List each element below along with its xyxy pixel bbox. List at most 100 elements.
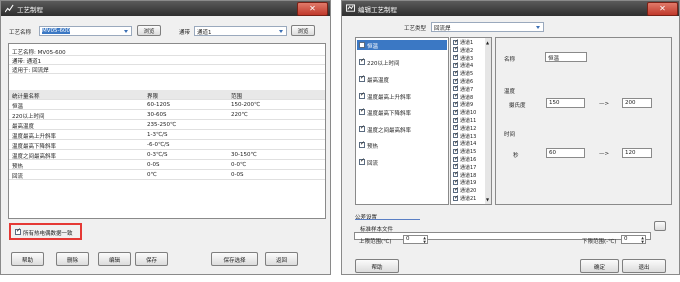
stat-item[interactable]: 温度最高下降斜率 — [357, 107, 447, 117]
process-type-label: 工艺类型 — [404, 26, 427, 32]
table-row[interactable]: 最高温度 235-250℃ — [9, 120, 325, 130]
channel-item[interactable]: 通道21 — [452, 194, 486, 202]
stat-item[interactable]: 220以上时间 — [357, 57, 447, 67]
process-name-label: 工艺名称 — [9, 30, 32, 36]
process-name-select[interactable]: MV05-600 — [39, 26, 132, 36]
channel-checkbox[interactable] — [453, 123, 459, 131]
name-input[interactable]: 恒温 — [545, 52, 587, 62]
time-label: 时间 — [504, 132, 516, 138]
channel-label: 通带 — [179, 30, 191, 36]
spin-arrows-icon: ▲ ▼ — [641, 236, 644, 244]
channel-label: 通道9 — [460, 102, 474, 109]
channel-checkbox[interactable] — [453, 186, 459, 193]
channel-select[interactable]: 通道1 — [194, 26, 287, 36]
channel-checkbox[interactable] — [453, 108, 459, 115]
channel-checkbox[interactable] — [453, 162, 459, 170]
channel-label: 通道11 — [460, 118, 477, 124]
seconds-label: 秒 — [513, 153, 519, 159]
table-row[interactable]: 回流 0℃ 0-0S — [9, 170, 325, 180]
save-select-button[interactable]: 保存选择 — [211, 252, 258, 266]
stat-item[interactable]: 温度最高上升斜率 — [357, 91, 447, 101]
table-row[interactable]: 220以上时间 30-60S 220℃ — [9, 110, 325, 120]
chevron-down-icon — [536, 26, 540, 29]
channel-checkbox[interactable] — [453, 38, 459, 45]
process-type-select[interactable]: 回流焊 — [431, 22, 544, 32]
time-max-input[interactable]: 120 — [622, 148, 652, 158]
cancel-button[interactable]: 退出 — [622, 259, 666, 273]
table-row[interactable]: 恒温 60-120S 150-200℃ — [9, 100, 325, 110]
channel-label: 通道6 — [460, 79, 474, 85]
scroll-down-icon: ▼ — [486, 197, 490, 202]
channel-checkbox[interactable] — [453, 100, 459, 107]
channel-checkbox[interactable] — [453, 69, 459, 76]
table-row[interactable]: 温度之间最高斜率 0-3℃/S 30-150℃ — [9, 150, 325, 160]
divider — [355, 219, 420, 220]
window-title: 编辑工艺制程 — [358, 6, 397, 14]
back-button[interactable]: 返回 — [265, 252, 298, 266]
channel-checkbox[interactable] — [453, 139, 459, 146]
table-row[interactable]: 温度最高下降斜率 -6-0℃/S — [9, 140, 325, 150]
table-header: 统计量名称 界限 范围 — [9, 90, 325, 100]
channel-checkbox[interactable] — [453, 194, 459, 201]
close-button[interactable]: ✕ — [647, 2, 678, 16]
time-min-input[interactable]: 60 — [546, 148, 585, 158]
channel-label: 通道1 — [460, 40, 474, 46]
channel-checkbox[interactable] — [453, 53, 459, 61]
delete-button[interactable]: 删除 — [56, 252, 89, 266]
process-window: 工艺制程 ✕ 工艺名称 MV05-600 浏览 通带 通道1 浏览 工艺名称: … — [0, 0, 331, 275]
close-button[interactable]: ✕ — [297, 2, 328, 16]
help-button[interactable]: 帮助 — [355, 259, 399, 273]
table-row[interactable]: 预热 0-0S 0-0℃ — [9, 160, 325, 170]
title-bar: 工艺制程 ✕ — [1, 1, 330, 16]
browse-button-2[interactable]: 浏览 — [291, 25, 315, 36]
channel-checkbox[interactable] — [453, 178, 459, 185]
edit-button[interactable]: 编辑 — [98, 252, 131, 266]
stat-item[interactable]: 预热 — [357, 140, 447, 150]
consistency-checkbox[interactable] — [15, 227, 21, 235]
channel-checkbox[interactable] — [453, 147, 459, 154]
table-row[interactable]: 温度最高上升斜率 1-3℃/S — [9, 130, 325, 140]
stat-item[interactable]: 最高温度 — [357, 74, 447, 84]
scroll-up-icon: ▲ — [486, 40, 490, 45]
stat-item[interactable]: 恒温 — [357, 40, 447, 50]
spin-arrows-icon: ▲ ▼ — [423, 236, 426, 244]
lower-range-spinner[interactable]: 0 ▲ ▼ — [621, 235, 646, 244]
channel-label: 通道20 — [460, 188, 477, 195]
settings-panel: 名称 恒温 温度 摄氏度 150 —> 200 时间 秒 60 —> 120 — [495, 37, 672, 205]
consistency-check-highlight: 所有热电偶数据一致 — [9, 223, 82, 240]
channel-label: 通道21 — [460, 196, 477, 202]
channel-checkbox[interactable] — [453, 170, 459, 178]
save-button[interactable]: 保存 — [135, 252, 168, 266]
stat-item[interactable]: 温度之间最高斜率 — [357, 124, 447, 134]
temp-min-input[interactable]: 150 — [546, 98, 585, 108]
chevron-down-icon — [124, 30, 128, 33]
stats-list[interactable]: 恒温 220以上时间 最高温度 温度最高上升斜率 温度最高下降斜率 温度之间最高… — [355, 37, 449, 205]
consistency-label: 所有热电偶数据一致 — [23, 230, 73, 237]
channel-checkbox[interactable] — [453, 61, 459, 68]
celsius-label: 摄氏度 — [509, 103, 526, 109]
channel-label: 通道19 — [460, 180, 477, 187]
file-browse-button[interactable] — [654, 221, 666, 231]
channel-label: 通道16 — [460, 157, 477, 163]
channel-checkbox[interactable] — [453, 45, 459, 53]
channel-label: 通道13 — [460, 133, 477, 140]
stat-item[interactable]: 回流 — [357, 157, 447, 167]
channel-label: 通道12 — [460, 125, 477, 132]
temp-max-input[interactable]: 200 — [622, 98, 652, 108]
channel-label: 通道4 — [460, 63, 474, 70]
app-icon — [5, 4, 14, 13]
temp-label: 温度 — [504, 89, 516, 95]
channel-checkbox[interactable] — [453, 92, 459, 100]
channel-checkbox[interactable] — [453, 131, 459, 139]
upper-range-spinner[interactable]: 0 ▲ ▼ — [403, 235, 428, 244]
channel-checkbox[interactable] — [453, 84, 459, 92]
help-button[interactable]: 帮助 — [11, 252, 44, 266]
upper-range-label: 上限范围(℃) — [359, 239, 392, 245]
channel-scrollbar[interactable]: ▲ ▼ — [485, 38, 491, 204]
browse-button[interactable]: 浏览 — [137, 25, 161, 36]
ok-button[interactable]: 确定 — [580, 259, 619, 273]
channel-checkbox[interactable] — [453, 155, 459, 162]
channel-checkbox[interactable] — [453, 77, 459, 84]
title-bar: 编辑工艺制程 ✕ — [342, 1, 679, 16]
channel-checkbox[interactable] — [453, 116, 459, 123]
